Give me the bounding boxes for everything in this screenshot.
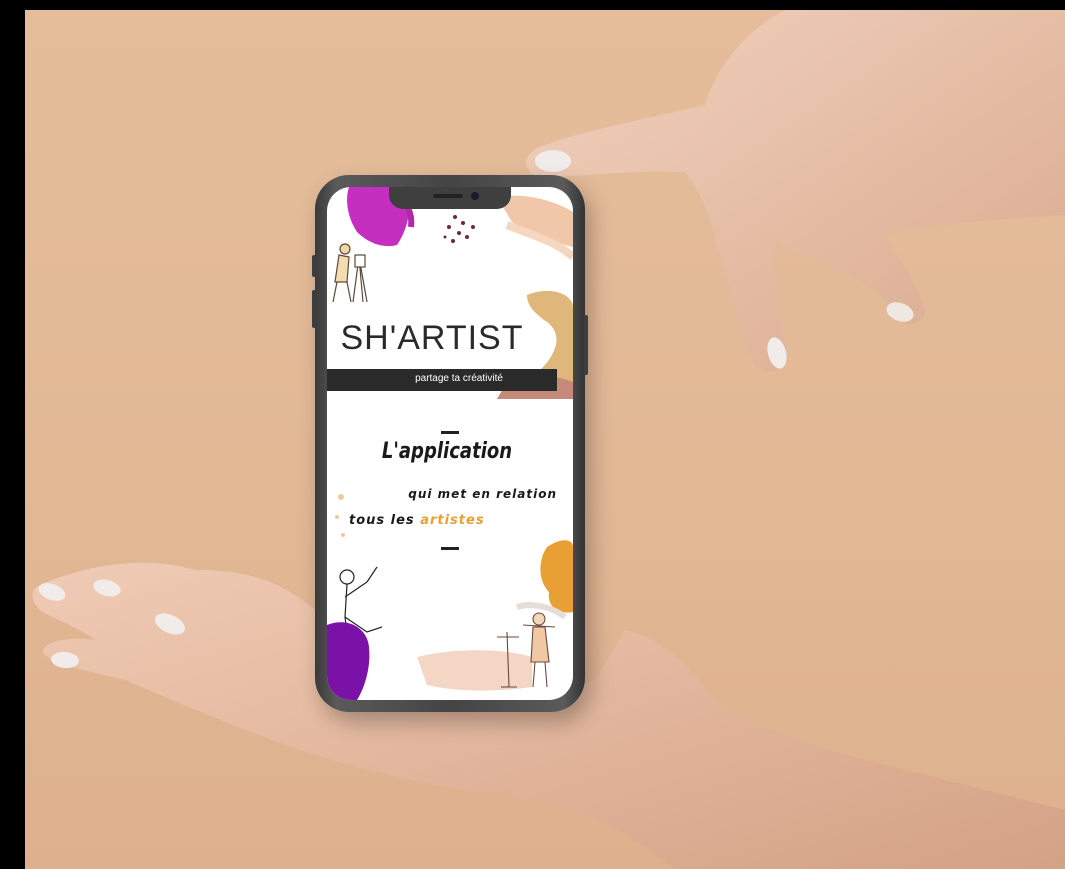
camera-icon (471, 192, 479, 200)
headline-line3-accent: artistes (420, 513, 485, 528)
phone-notch (389, 187, 511, 209)
headline-line3: tous les artistes (349, 513, 509, 528)
phone-screen: SH'ARTIST partage ta créativité L'applic… (327, 187, 573, 700)
headline-line1: L'application (381, 439, 513, 464)
app-tagline: partage ta créativité (415, 373, 503, 384)
smartphone: SH'ARTIST partage ta créativité L'applic… (312, 175, 588, 712)
headline-line3-prefix: tous les (349, 513, 421, 528)
phone-side-button (312, 255, 316, 277)
divider-top (441, 431, 459, 434)
app-logo: SH'ARTIST (340, 319, 524, 357)
speaker-icon (433, 194, 463, 198)
phone-power-button (584, 315, 588, 375)
headline-line2: qui met en relation (408, 487, 557, 501)
photo-scene: SH'ARTIST partage ta créativité L'applic… (25, 10, 1065, 869)
divider-bottom (441, 547, 459, 550)
phone-volume-button (312, 290, 316, 328)
